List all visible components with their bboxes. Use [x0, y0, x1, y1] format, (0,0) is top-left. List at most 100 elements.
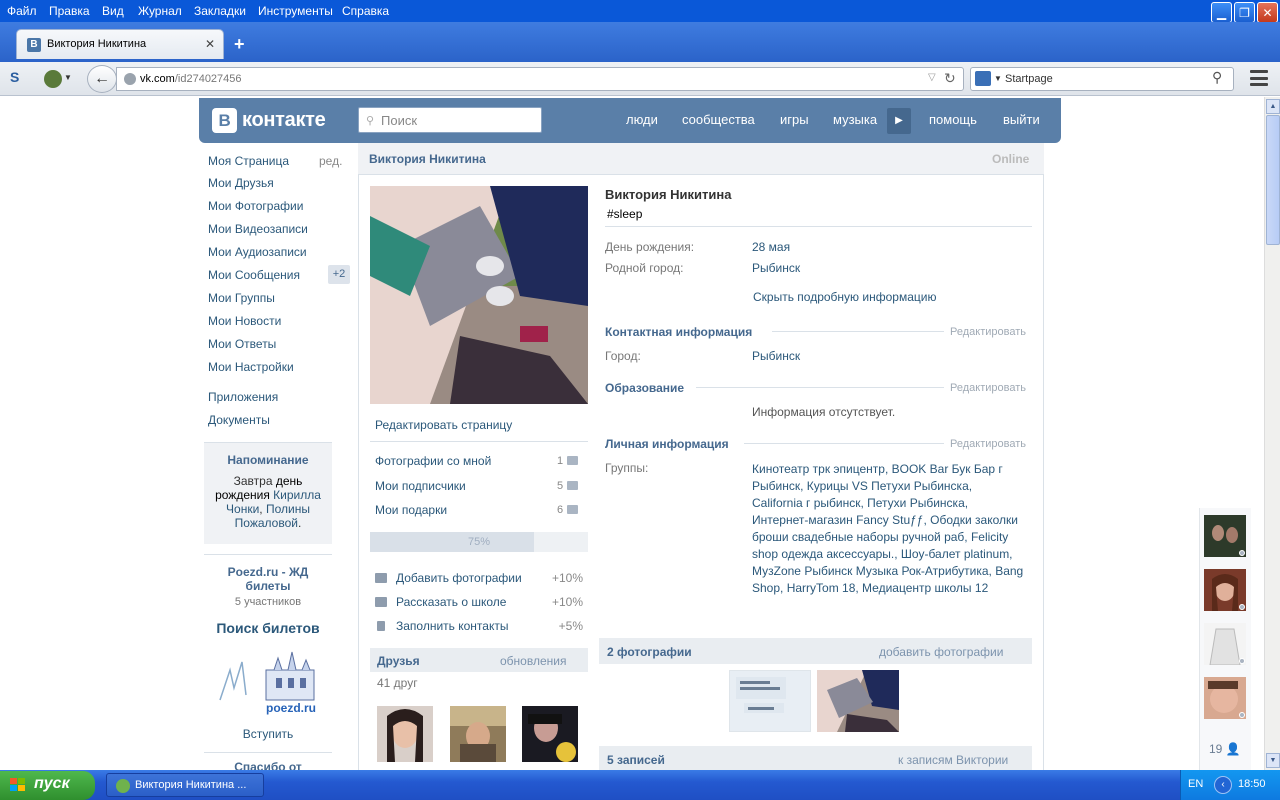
- friend-avatar[interactable]: [522, 706, 578, 762]
- skype-icon[interactable]: S: [10, 69, 28, 87]
- edit-link[interactable]: ред.: [319, 154, 342, 168]
- photo-thumbnail[interactable]: [729, 670, 811, 732]
- nav-logout[interactable]: выйти: [1003, 112, 1040, 127]
- addon-icon[interactable]: [44, 70, 62, 88]
- scroll-thumb[interactable]: [1266, 115, 1280, 245]
- browser-tab[interactable]: В Виктория Никитина ✕: [16, 29, 224, 59]
- nav-people[interactable]: люди: [626, 112, 658, 127]
- vk-logo[interactable]: В контакте: [212, 107, 326, 133]
- close-window-button[interactable]: ✕: [1257, 2, 1278, 23]
- ad-search-tickets[interactable]: Поиск билетов: [204, 620, 332, 636]
- add-photos-link[interactable]: Добавить фотографии: [396, 571, 522, 585]
- friends-title[interactable]: Друзья: [377, 654, 420, 668]
- divider: [204, 554, 332, 555]
- menu-my-videos[interactable]: Мои Видеозаписи: [208, 222, 308, 236]
- scroll-up-icon[interactable]: ▲: [1266, 99, 1280, 114]
- ad-join-button[interactable]: Вступить: [204, 727, 332, 741]
- dock-friend-avatar[interactable]: [1204, 677, 1246, 719]
- play-icon[interactable]: ▶: [887, 108, 911, 134]
- profile-avatar[interactable]: [370, 186, 588, 404]
- hide-details-link[interactable]: Скрыть подробную информацию: [753, 290, 936, 304]
- start-button[interactable]: пуск: [0, 771, 95, 800]
- tray-arrow-icon[interactable]: ‹: [1214, 776, 1232, 794]
- status-dot: [1239, 550, 1245, 556]
- vk-search-input[interactable]: ⚲ Поиск: [358, 107, 542, 133]
- people-icon: [567, 481, 578, 490]
- nav-games[interactable]: игры: [780, 112, 809, 127]
- menu-my-groups[interactable]: Мои Группы: [208, 291, 275, 305]
- edit-personal-link[interactable]: Редактировать: [950, 438, 1026, 450]
- gifts-link[interactable]: Мои подарки: [375, 503, 447, 517]
- menu-my-messages[interactable]: Мои Сообщения: [208, 268, 300, 282]
- reload-icon[interactable]: ↻: [944, 70, 956, 87]
- edit-page-link[interactable]: Редактировать страницу: [375, 418, 512, 432]
- nav-help[interactable]: помощь: [929, 112, 977, 127]
- menu-apps[interactable]: Приложения: [208, 390, 278, 404]
- search-engine-icon[interactable]: [975, 71, 991, 86]
- maximize-button[interactable]: ❐: [1234, 2, 1255, 23]
- online-friends-count[interactable]: 19 👤: [1209, 742, 1241, 756]
- nav-communities[interactable]: сообщества: [682, 112, 755, 127]
- groups-list[interactable]: Кинотеатр трк эпицентр, BOOK Bar Бук Бар…: [752, 461, 1024, 597]
- friends-updates-link[interactable]: обновления: [500, 654, 566, 668]
- menu-my-page[interactable]: Моя Страница: [208, 154, 289, 168]
- friend-avatar[interactable]: [450, 706, 506, 762]
- hometown-value[interactable]: Рыбинск: [752, 261, 800, 275]
- search-engine-name[interactable]: Startpage: [1005, 73, 1053, 85]
- photo-thumbnail[interactable]: [817, 670, 899, 732]
- menu-bookmarks[interactable]: Закладки: [194, 4, 246, 18]
- posts-title[interactable]: 5 записей: [607, 753, 665, 767]
- chevron-down-icon[interactable]: ▼: [994, 74, 1002, 83]
- menu-edit[interactable]: Правка: [49, 4, 90, 18]
- menu-tools[interactable]: Инструменты: [258, 4, 333, 18]
- menu-my-audio[interactable]: Мои Аудиозаписи: [208, 245, 307, 259]
- phone-icon: [377, 621, 385, 631]
- edit-contact-link[interactable]: Редактировать: [950, 326, 1026, 338]
- followers-link[interactable]: Мои подписчики: [375, 479, 466, 493]
- ad-title[interactable]: Poezd.ru - ЖД билеты: [204, 565, 332, 593]
- vertical-scrollbar[interactable]: ▲ ▼: [1264, 97, 1280, 770]
- nav-music[interactable]: музыка: [833, 112, 877, 127]
- education-title: Образование: [605, 381, 685, 395]
- new-tab-button[interactable]: +: [234, 34, 245, 55]
- profile-status[interactable]: #sleep: [607, 207, 642, 221]
- menu-documents[interactable]: Документы: [208, 413, 270, 427]
- messages-badge[interactable]: +2: [328, 265, 350, 284]
- birthday-value[interactable]: 28 мая: [752, 240, 790, 254]
- search-icon[interactable]: ⚲: [1212, 69, 1222, 86]
- add-photos-button[interactable]: добавить фотографии: [879, 645, 1003, 659]
- followers-count: 5: [557, 480, 564, 492]
- friend-avatar[interactable]: [377, 706, 433, 762]
- url-bar[interactable]: [116, 67, 964, 91]
- scroll-down-icon[interactable]: ▼: [1266, 753, 1280, 768]
- menu-my-news[interactable]: Мои Новости: [208, 314, 281, 328]
- minimize-button[interactable]: ▁: [1211, 2, 1232, 23]
- menu-history[interactable]: Журнал: [138, 4, 182, 18]
- language-indicator[interactable]: EN: [1188, 778, 1203, 790]
- back-button[interactable]: ←: [87, 65, 117, 93]
- taskbar-window-button[interactable]: Виктория Никитина ...: [106, 773, 264, 797]
- url-dropdown-icon[interactable]: ▽: [928, 72, 936, 83]
- city-value[interactable]: Рыбинск: [752, 349, 800, 363]
- edit-education-link[interactable]: Редактировать: [950, 382, 1026, 394]
- menu-my-friends[interactable]: Мои Друзья: [208, 176, 274, 190]
- photos-title[interactable]: 2 фотографии: [607, 645, 692, 659]
- photos-with-me-link[interactable]: Фотографии со мной: [375, 454, 491, 468]
- dock-friend-avatar[interactable]: [1204, 515, 1246, 557]
- menu-icon[interactable]: [1250, 70, 1268, 86]
- ad-image[interactable]: poezd.ru: [216, 640, 318, 718]
- menu-view[interactable]: Вид: [102, 4, 124, 18]
- menu-file[interactable]: Файл: [7, 4, 37, 18]
- menu-help[interactable]: Справка: [342, 4, 389, 18]
- close-tab-icon[interactable]: ✕: [205, 37, 215, 51]
- url-text[interactable]: vk.com/id274027456: [140, 73, 242, 85]
- posts-link[interactable]: к записям Виктории: [898, 753, 1008, 767]
- dock-friend-avatar[interactable]: [1204, 569, 1246, 611]
- contacts-link[interactable]: Заполнить контакты: [396, 619, 508, 633]
- menu-my-answers[interactable]: Мои Ответы: [208, 337, 276, 351]
- school-link[interactable]: Рассказать о школе: [396, 595, 506, 609]
- menu-my-photos[interactable]: Мои Фотографии: [208, 199, 303, 213]
- menu-my-settings[interactable]: Мои Настройки: [208, 360, 294, 374]
- chevron-down-icon[interactable]: ▼: [64, 73, 72, 82]
- dock-friend-avatar[interactable]: [1204, 623, 1246, 665]
